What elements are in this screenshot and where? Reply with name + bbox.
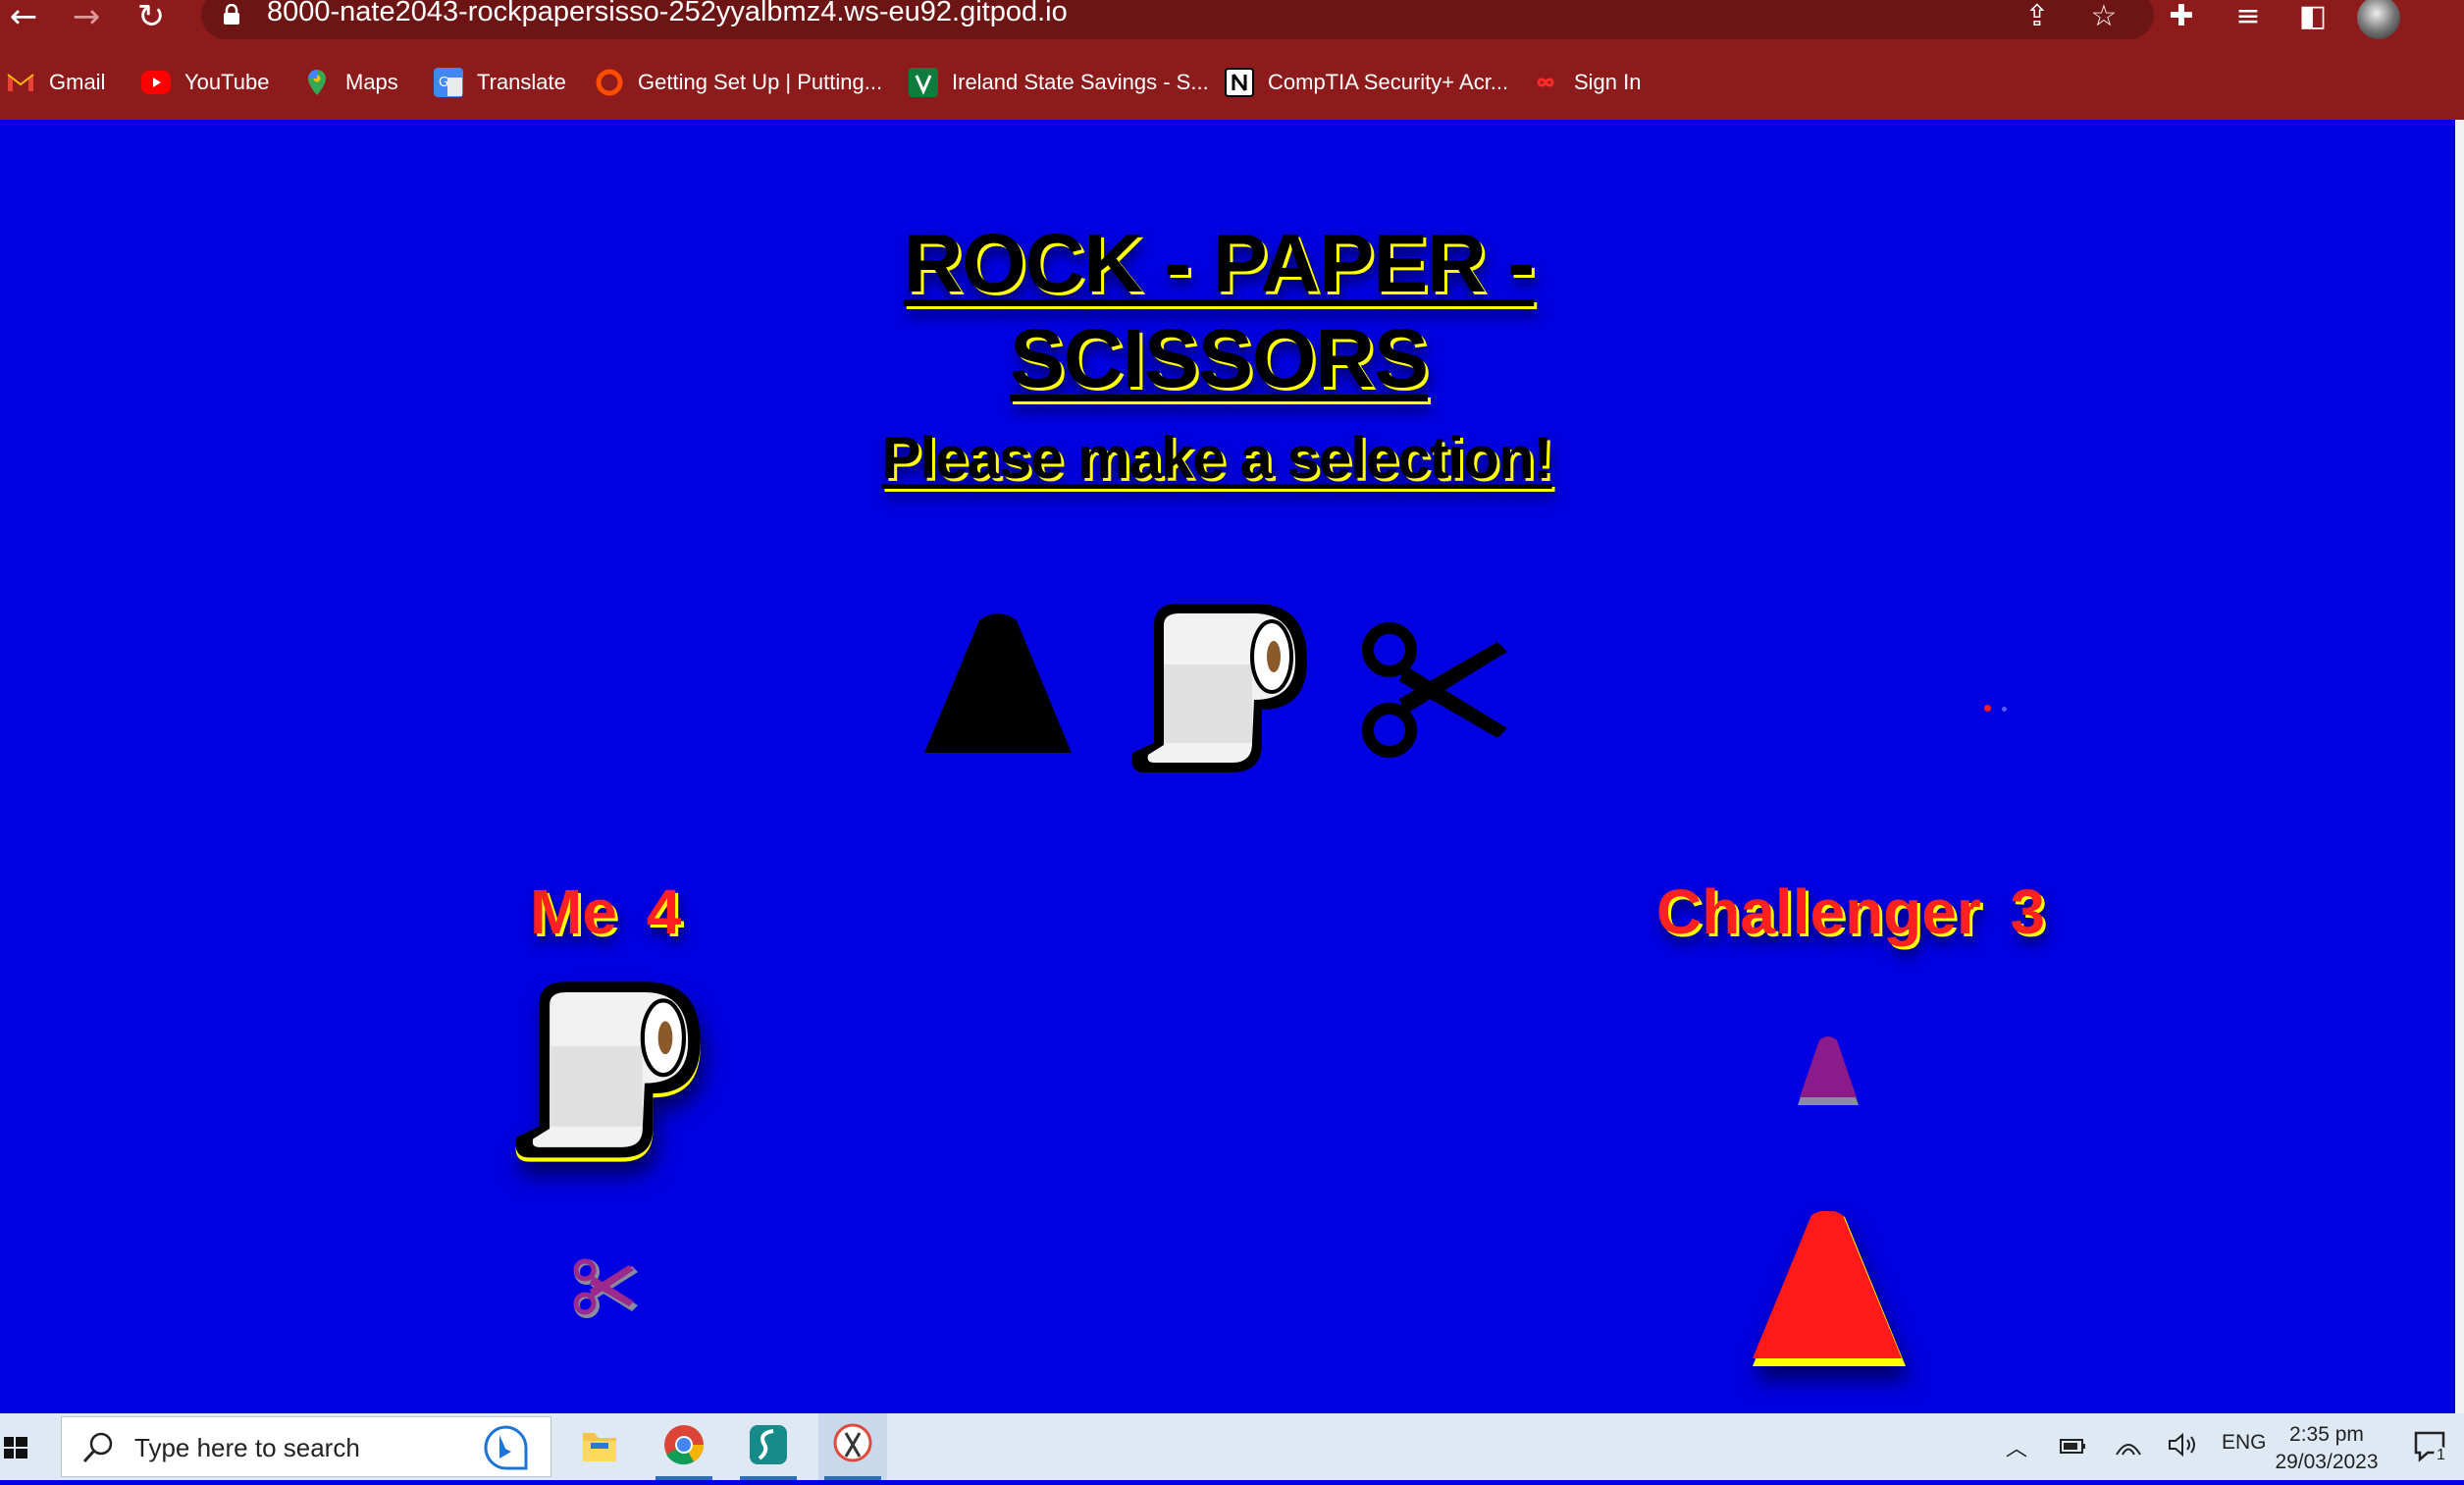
page-scrollbar[interactable] — [2455, 120, 2464, 1413]
surfshark-icon — [750, 1425, 787, 1464]
challenger-score: 3 — [2010, 876, 2046, 947]
surfshark-active-indicator — [740, 1476, 797, 1480]
extensions-icon[interactable]: ✚ — [2159, 0, 2204, 39]
media-controls-icon[interactable]: ≡ — [2226, 0, 2271, 39]
surfshark-app[interactable] — [734, 1413, 803, 1480]
wifi-icon[interactable] — [2114, 1431, 2143, 1458]
game-page: ROCK - PAPER - SCISSORS Please make a se… — [0, 120, 2455, 1413]
bookmark-getting-set-up[interactable]: Getting Set Up | Putting... — [595, 61, 882, 104]
maps-icon — [302, 68, 332, 97]
notification-count: 1 — [2434, 1447, 2448, 1464]
windows-start-icon[interactable] — [0, 1413, 59, 1480]
file-explorer-app[interactable] — [565, 1413, 634, 1480]
show-hidden-icons[interactable]: ︿ — [2006, 1431, 2027, 1462]
browser-toolbar: ← → ↻ 8000-nate2043-rockpapersisso-252yy… — [0, 0, 2464, 39]
bookmark-gmail[interactable]: Gmail — [6, 61, 105, 104]
bookmark-ireland-state-savings[interactable]: Ireland State Savings - S... — [909, 61, 1209, 104]
chrome-active-indicator — [655, 1476, 712, 1480]
game-title: ROCK - PAPER - SCISSORS — [903, 217, 1535, 404]
player-label: Me — [530, 876, 617, 947]
reload-icon[interactable]: ↻ — [131, 0, 171, 37]
volume-icon[interactable] — [2167, 1431, 2200, 1458]
selection-prompt: Please make a selection! — [881, 425, 1552, 491]
player-current-paper-icon — [515, 981, 701, 1162]
bookmark-translate[interactable]: G Translate — [434, 61, 566, 104]
windows-taskbar: Type here to search ︿ ENG 2:35 pm 29/03/… — [0, 1413, 2464, 1480]
youtube-icon — [141, 71, 171, 94]
share-icon[interactable]: ⇪ — [2015, 0, 2060, 39]
challenger-label: Challenger — [1656, 876, 1981, 947]
taskbar-search-box[interactable]: Type here to search — [61, 1416, 551, 1477]
svg-text:G: G — [439, 76, 448, 90]
snipping-tool-icon — [833, 1423, 872, 1462]
infinity-icon — [1531, 68, 1560, 97]
folder-icon — [583, 1433, 616, 1461]
snipping-tool-active-indicator — [824, 1476, 881, 1480]
challenger-score-label: Challenger 3 — [1656, 875, 2045, 948]
red-dot-decoration — [1984, 705, 1991, 712]
notification-center-button[interactable]: 1 — [2412, 1427, 2451, 1466]
blue-dot-decoration — [2002, 707, 2007, 712]
notion-icon — [1225, 68, 1254, 97]
chrome-app[interactable] — [650, 1413, 718, 1480]
player-score: 4 — [646, 876, 682, 947]
translate-icon: G — [434, 68, 463, 97]
clock-date: 29/03/2023 — [2275, 1451, 2379, 1473]
bookmark-star-icon[interactable]: ☆ — [2081, 0, 2126, 39]
bookmark-maps[interactable]: Maps — [302, 61, 398, 104]
browser-chrome: ← → ↻ 8000-nate2043-rockpapersisso-252yy… — [0, 0, 2464, 120]
side-panel-icon[interactable]: ◧ — [2290, 0, 2335, 39]
url-text: 8000-nate2043-rockpapersisso-252yyalbmz4… — [267, 0, 1068, 27]
lock-icon — [224, 4, 239, 25]
forward-icon[interactable]: → — [67, 0, 106, 37]
search-placeholder: Type here to search — [134, 1433, 360, 1462]
bing-icon[interactable] — [482, 1425, 531, 1470]
back-icon[interactable]: ← — [4, 0, 43, 37]
state-savings-icon — [909, 68, 938, 97]
scissors-choice-button[interactable] — [1360, 622, 1507, 758]
ring-icon — [595, 68, 624, 97]
battery-icon[interactable] — [2059, 1435, 2088, 1457]
search-icon — [82, 1432, 113, 1463]
chrome-icon — [664, 1425, 704, 1465]
profile-avatar[interactable] — [2357, 0, 2400, 39]
bookmarks-bar: Gmail YouTube Maps G Translate Getting S… — [0, 61, 2464, 106]
bookmark-youtube[interactable]: YouTube — [141, 61, 269, 104]
bookmark-comptia[interactable]: CompTIA Security+ Acr... — [1225, 61, 1508, 104]
paper-choice-button[interactable] — [1125, 596, 1311, 782]
rock-choice-button[interactable] — [922, 610, 1074, 758]
snipping-tool-app[interactable] — [818, 1413, 887, 1480]
gmail-icon — [6, 68, 35, 97]
address-bar[interactable]: 8000-nate2043-rockpapersisso-252yyalbmz4… — [201, 0, 2154, 39]
player-score-label: Me 4 — [530, 875, 681, 948]
player-previous-scissors-icon — [573, 1258, 638, 1318]
bookmark-sign-in[interactable]: Sign In — [1531, 61, 1642, 104]
taskbar-clock[interactable]: 2:35 pm 29/03/2023 — [2263, 1421, 2390, 1476]
language-indicator[interactable]: ENG — [2222, 1431, 2267, 1455]
clock-time: 2:35 pm — [2289, 1423, 2364, 1446]
challenger-current-rock-icon — [1753, 1211, 1906, 1366]
challenger-previous-rock-icon — [1798, 1036, 1859, 1105]
